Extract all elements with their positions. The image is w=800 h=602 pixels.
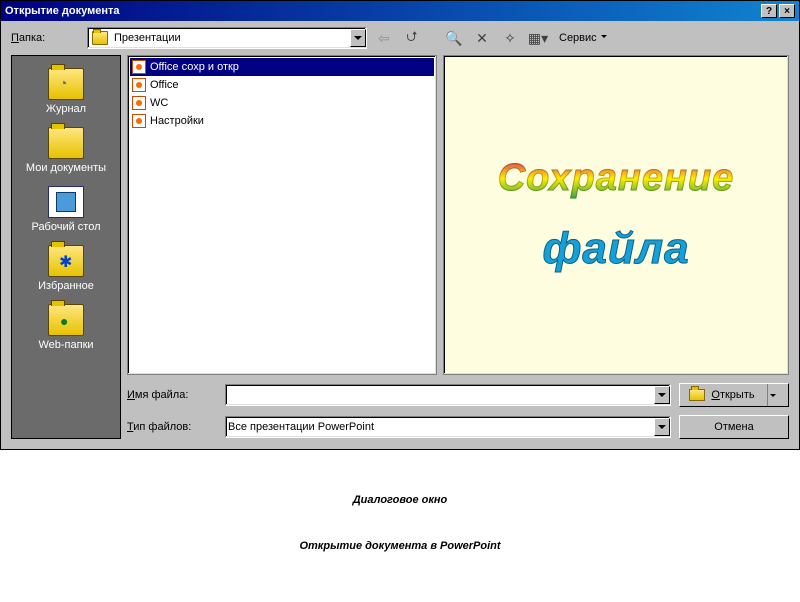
filename-label: Имя файла: — [127, 389, 217, 401]
powerpoint-file-icon — [132, 96, 146, 110]
web-folders-icon — [48, 304, 84, 336]
chevron-down-icon[interactable] — [654, 418, 670, 436]
open-folder-icon — [689, 389, 705, 401]
help-button[interactable]: ? — [761, 4, 777, 18]
list-item[interactable]: Office сохр и откр — [130, 58, 434, 76]
filetype-label: Тип файлов: — [127, 421, 217, 433]
powerpoint-file-icon — [132, 114, 146, 128]
folder-combo-value: Презентации — [112, 32, 350, 44]
figure-caption: Диалоговое окноОткрытие документа в Powe… — [0, 450, 800, 602]
list-item[interactable]: Настройки — [130, 112, 434, 130]
sidebar-item-web-folders[interactable]: Web-папки — [12, 300, 120, 355]
up-one-level-icon[interactable]: ⮍ — [401, 27, 423, 49]
preview-line1: Сохранение — [498, 157, 735, 200]
back-icon[interactable]: ⇦ — [373, 27, 395, 49]
close-button[interactable]: × — [779, 4, 795, 18]
filetype-combo[interactable]: Все презентации PowerPoint — [225, 416, 671, 438]
sidebar-item-my-documents[interactable]: Мои документы — [12, 123, 120, 178]
delete-icon[interactable]: ✕ — [471, 27, 493, 49]
chevron-down-icon — [599, 32, 607, 44]
tools-menu[interactable]: Сервис — [555, 32, 611, 44]
favorites-icon — [48, 245, 84, 277]
new-folder-icon[interactable]: ✧ — [499, 27, 521, 49]
desktop-icon — [48, 186, 84, 218]
sidebar-item-favorites[interactable]: Избранное — [12, 241, 120, 296]
folder-icon — [92, 31, 108, 45]
window-title: Открытие документа — [5, 5, 761, 17]
powerpoint-file-icon — [132, 78, 146, 92]
chevron-down-icon[interactable] — [654, 386, 670, 404]
open-document-dialog: Открытие документа ? × Папка: Презентаци… — [0, 0, 800, 450]
preview-line2: файла — [542, 224, 689, 274]
folder-label: Папка: — [11, 32, 81, 44]
powerpoint-file-icon — [132, 60, 146, 74]
open-button[interactable]: Открыть — [679, 383, 789, 407]
views-icon[interactable]: ▦▾ — [527, 27, 549, 49]
sidebar-item-desktop[interactable]: Рабочий стол — [12, 182, 120, 237]
my-documents-icon — [48, 127, 84, 159]
open-split-chevron-icon[interactable] — [767, 384, 779, 406]
titlebar-buttons: ? × — [761, 4, 795, 18]
file-list[interactable]: Office сохр и откр Office WC Настройки — [127, 55, 437, 375]
sidebar-item-history[interactable]: Журнал — [12, 64, 120, 119]
filetype-value: Все презентации PowerPoint — [226, 421, 654, 433]
places-bar: Журнал Мои документы Рабочий стол Избран… — [11, 55, 121, 439]
list-item[interactable]: Office — [130, 76, 434, 94]
filename-combo[interactable] — [225, 384, 671, 406]
toolbar: Папка: Презентации ⇦ ⮍ 🔍 ✕ ✧ ▦▾ Сервис — [1, 21, 799, 55]
chevron-down-icon[interactable] — [350, 29, 366, 47]
cancel-button[interactable]: Отмена — [679, 415, 789, 439]
search-web-icon[interactable]: 🔍 — [443, 27, 465, 49]
folder-combo[interactable]: Презентации — [87, 27, 367, 49]
history-icon — [48, 68, 84, 100]
preview-pane: Сохранение файла — [443, 55, 789, 375]
titlebar: Открытие документа ? × — [1, 1, 799, 21]
list-item[interactable]: WC — [130, 94, 434, 112]
